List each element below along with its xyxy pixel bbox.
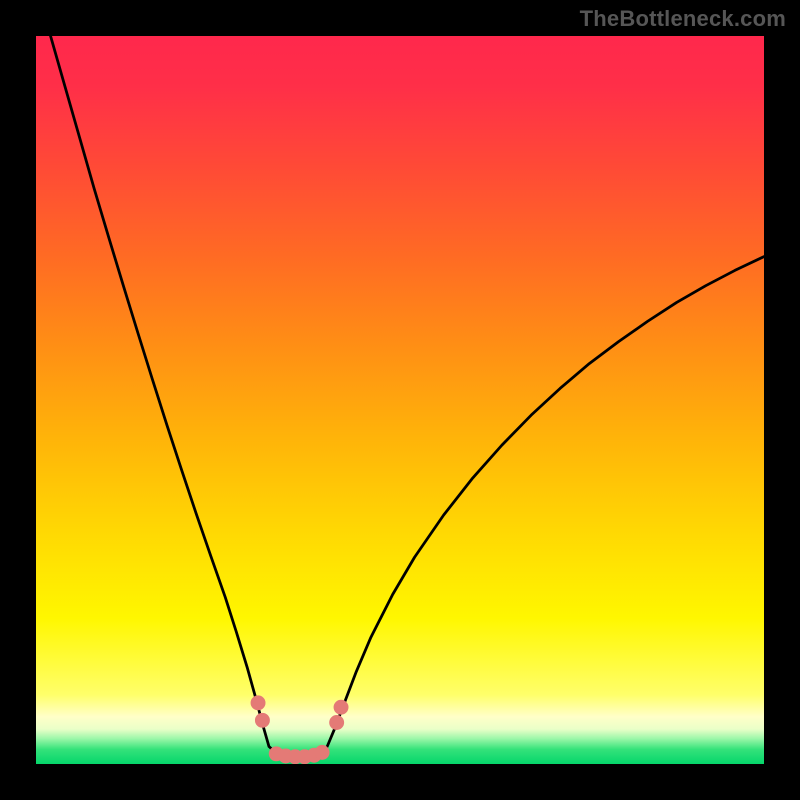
marker-dot [315,745,329,759]
chart-plot [36,36,764,764]
chart-background [36,36,764,764]
marker-dot [330,716,344,730]
marker-dot [334,700,348,714]
watermark-text: TheBottleneck.com [580,6,786,32]
chart-frame: TheBottleneck.com [0,0,800,800]
marker-dot [251,696,265,710]
marker-dot [255,713,269,727]
